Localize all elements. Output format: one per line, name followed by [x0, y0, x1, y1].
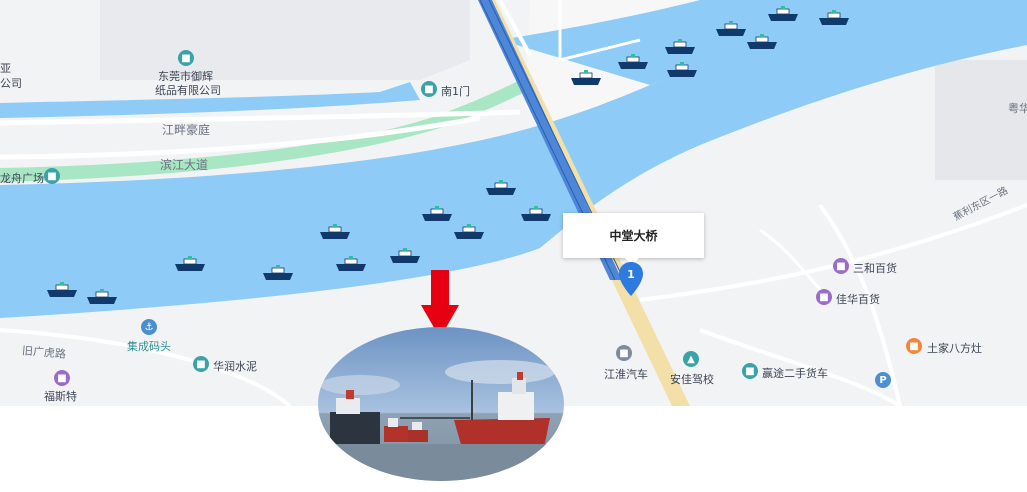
building-icon[interactable]: ■ [178, 50, 194, 66]
map-canvas[interactable] [0, 0, 1027, 492]
label-left-edge: 亚 [0, 62, 11, 75]
shop-icon[interactable]: ■ [833, 258, 849, 274]
label-jianghuai-auto[interactable]: 江淮汽车 [604, 366, 648, 382]
label-jicheng-wharf[interactable]: 集成码头 [127, 338, 171, 354]
bridge-name: 中堂大桥 [609, 229, 658, 243]
map-view[interactable]: 亚 公司 ■ 东莞市御辉 纸品有限公司 ■ 南1门 江畔豪庭 滨江大道 龙舟广场… [0, 0, 1027, 492]
label-dragon-square[interactable]: 龙舟广场 [0, 170, 44, 186]
shop-icon[interactable]: ■ [816, 289, 832, 305]
label-fusite[interactable]: 福斯特 [44, 388, 77, 404]
label-tujia-stove[interactable]: 土家八方灶 [927, 340, 982, 356]
car-icon[interactable]: ■ [742, 363, 758, 379]
label-sanhe-store[interactable]: 三和百货 [853, 260, 897, 276]
label-huarun-cement[interactable]: 华润水泥 [213, 358, 257, 374]
factory-block [100, 0, 470, 80]
shop-icon[interactable]: ■ [54, 370, 70, 386]
bridge-callout[interactable]: 中堂大桥 [563, 213, 704, 265]
label-river-garden[interactable]: 江畔豪庭 [162, 121, 210, 138]
location-pin-icon[interactable]: 1 [619, 262, 643, 296]
label-company-2[interactable]: 纸品有限公司 [155, 82, 221, 98]
building-icon[interactable]: ■ [193, 356, 209, 372]
food-icon[interactable]: ■ [906, 338, 922, 354]
label-jiahua-store[interactable]: 佳华百货 [836, 291, 880, 307]
arrow-shaft [431, 270, 449, 306]
gate-icon[interactable]: ■ [421, 81, 437, 97]
label-binjiang-road[interactable]: 滨江大道 [160, 156, 208, 173]
label-left-edge-2: 公司 [0, 77, 22, 90]
anchor-icon[interactable]: ⚓ [141, 319, 157, 335]
square-icon[interactable]: ■ [44, 168, 60, 184]
label-right-edge: 粤华 [1008, 102, 1027, 115]
tree-icon[interactable]: ▲ [683, 351, 699, 367]
label-yingtu-truck[interactable]: 赢途二手货车 [762, 365, 828, 381]
building-block [935, 60, 1027, 180]
label-anjia-driving[interactable]: 安佳驾校 [670, 371, 714, 387]
pin-number: 1 [627, 268, 635, 281]
label-south-gate[interactable]: 南1门 [441, 83, 470, 99]
car-icon[interactable]: ■ [616, 345, 632, 361]
parking-icon[interactable]: P [875, 372, 891, 388]
